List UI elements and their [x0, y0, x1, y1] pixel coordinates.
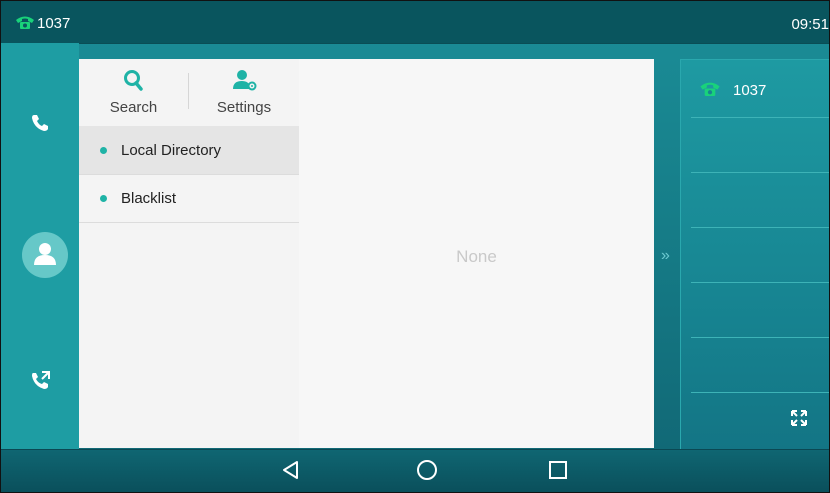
- call-history-button[interactable]: [1, 363, 79, 403]
- status-time: 09:51: [791, 16, 829, 33]
- bullet-dot: [100, 195, 107, 202]
- expand-icon[interactable]: [791, 410, 807, 431]
- line-key-3[interactable]: [691, 172, 829, 228]
- line-key-6[interactable]: [691, 337, 829, 393]
- line-key-4[interactable]: [691, 227, 829, 283]
- settings-user-icon: [233, 69, 257, 96]
- status-extension: 1037: [37, 15, 71, 32]
- recent-apps-icon: [548, 460, 568, 485]
- back-button[interactable]: [276, 458, 306, 486]
- menu-item-label: Blacklist: [121, 190, 177, 207]
- line-key-1[interactable]: 1037: [691, 60, 829, 118]
- navigation-bar: [1, 449, 829, 492]
- recent-apps-button[interactable]: [543, 458, 573, 486]
- directory-panel: Search Settings Local Directory Blacklis…: [79, 59, 829, 448]
- menu-item-local-directory[interactable]: Local Directory: [79, 126, 299, 175]
- search-icon: [123, 69, 143, 96]
- home-button[interactable]: [412, 458, 442, 486]
- call-history-icon: [29, 370, 51, 397]
- chevron-right-icon[interactable]: »: [661, 247, 670, 265]
- dialer-button[interactable]: [1, 105, 79, 145]
- back-icon: [281, 460, 301, 485]
- search-label: Search: [109, 99, 158, 116]
- line-key-5[interactable]: [691, 282, 829, 338]
- phone-icon: [30, 113, 50, 138]
- menu-header: Search Settings: [79, 59, 299, 125]
- phone-handset-icon: [699, 80, 721, 102]
- directory-menu: Search Settings Local Directory Blacklis…: [79, 59, 299, 448]
- settings-label: Settings: [216, 99, 272, 116]
- contact-list-area: None: [299, 59, 829, 448]
- left-rail: [1, 43, 79, 449]
- home-icon: [416, 459, 438, 486]
- directory-button[interactable]: [22, 232, 68, 278]
- search-button[interactable]: Search: [79, 59, 188, 125]
- menu-item-label: Local Directory: [121, 142, 222, 159]
- phone-handset-icon: [15, 14, 35, 35]
- empty-state-text: None: [456, 247, 497, 266]
- line-key-2[interactable]: [691, 117, 829, 173]
- status-bar: 1037 09:51: [1, 1, 829, 44]
- settings-button[interactable]: Settings: [189, 59, 299, 125]
- menu-item-blacklist[interactable]: Blacklist: [79, 174, 299, 223]
- phone-screen: 1037 09:51 Search Settings Local Directo…: [0, 0, 830, 493]
- line-key-label: 1037: [733, 82, 767, 99]
- line-key-panel: 1037: [680, 59, 829, 449]
- contact-avatar-icon: [32, 240, 58, 271]
- bullet-dot: [100, 147, 107, 154]
